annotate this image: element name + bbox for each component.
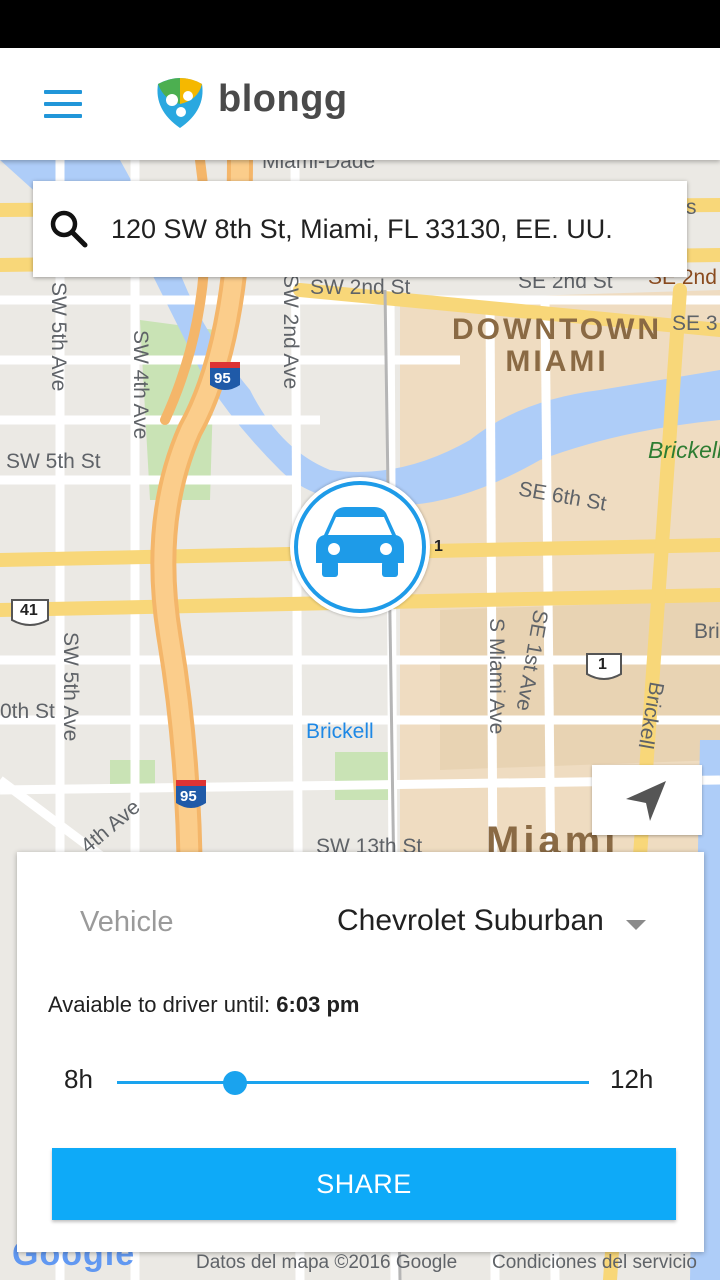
blongg-logo — [157, 78, 203, 128]
map-label: SW 2nd St — [310, 276, 411, 299]
brand-name: blongg — [218, 78, 348, 120]
map-label: s — [686, 196, 697, 219]
map-label: Bri — [694, 620, 720, 643]
menu-button[interactable] — [44, 90, 84, 120]
slider-min-label: 8h — [64, 1064, 93, 1094]
vehicle-label: Vehicle — [80, 906, 174, 938]
menu-icon-line — [44, 114, 82, 118]
us1-shield-label: 1 — [598, 656, 607, 673]
navigation-arrow-icon — [626, 781, 666, 821]
vehicle-selected-value: Chevrolet Suburban — [337, 904, 604, 937]
terms-link[interactable]: Condiciones del servicio — [492, 1252, 697, 1274]
slider-max-label: 12h — [610, 1064, 654, 1094]
district-label: DOWNTOWN MIAMI — [452, 313, 663, 378]
availability-prefix: Avaiable to driver until: — [48, 992, 271, 1017]
us41-shield-label: 41 — [20, 602, 38, 619]
map-label: S Miami Ave — [485, 618, 508, 735]
map-label: SW 5th St — [6, 450, 101, 473]
map-label: SW 2nd Ave — [279, 274, 302, 390]
map-label: SE 3 — [672, 312, 718, 335]
us1-shield-label: 1 — [434, 538, 443, 555]
search-bar[interactable] — [33, 181, 687, 277]
slider-track — [117, 1081, 589, 1084]
map-label: SW 4th Ave — [129, 330, 152, 440]
map-attribution: Datos del mapa ©2016 Google — [196, 1252, 458, 1273]
menu-icon — [44, 90, 82, 94]
vehicle-dropdown[interactable]: Chevrolet Suburban — [337, 904, 652, 946]
search-icon — [50, 210, 88, 248]
map-label: Miami-Dade — [262, 160, 376, 173]
share-button[interactable]: SHARE — [52, 1148, 676, 1220]
status-bar — [0, 0, 720, 48]
menu-icon-line — [44, 102, 82, 106]
map-label: 0th St — [0, 700, 55, 723]
share-panel: Vehicle Chevrolet Suburban Avaiable to d… — [17, 852, 704, 1252]
area-label: Brickell — [648, 437, 720, 463]
my-location-button[interactable] — [592, 765, 702, 835]
hours-slider[interactable] — [117, 1070, 589, 1096]
i95-shield-label: 95 — [180, 788, 197, 805]
i95-shield-label: 95 — [214, 370, 231, 387]
dropdown-caret-icon — [626, 920, 646, 930]
slider-thumb[interactable] — [223, 1071, 247, 1095]
app-bar: blongg — [0, 48, 720, 160]
map-label: SW 5th Ave — [47, 282, 70, 392]
vehicle-marker[interactable] — [290, 477, 430, 617]
search-input[interactable] — [109, 203, 673, 255]
map-label: SW 5th Ave — [59, 632, 82, 742]
metro-station-label: Brickell — [306, 720, 374, 743]
availability-text: Avaiable to driver until: 6:03 pm — [48, 992, 359, 1018]
car-icon — [316, 507, 404, 577]
availability-time: 6:03 pm — [276, 992, 360, 1017]
